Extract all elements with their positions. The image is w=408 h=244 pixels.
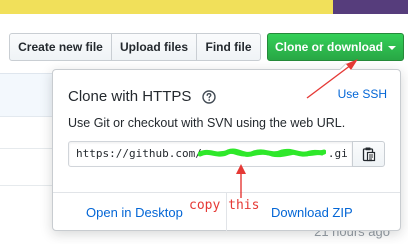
create-new-file-button[interactable]: Create new file (9, 33, 112, 61)
open-in-desktop-link[interactable]: Open in Desktop (86, 205, 183, 220)
language-bar-segment-primary (0, 0, 333, 14)
clone-url-suffix: .git (327, 147, 348, 160)
clone-or-download-label: Clone or download (275, 40, 383, 54)
copy-to-clipboard-button[interactable] (352, 141, 385, 167)
find-file-label: Find file (205, 40, 252, 54)
clone-or-download-button[interactable]: Clone or download (267, 33, 404, 61)
clipboard-icon (362, 147, 375, 162)
clone-url-prefix: https://github.com/ (76, 147, 202, 160)
annotation-copy-this: copy this (189, 198, 260, 213)
redaction-scribble (198, 148, 326, 158)
upload-files-button[interactable]: Upload files (111, 33, 197, 61)
language-bar (0, 0, 408, 14)
file-list-header-row (0, 73, 52, 117)
caret-down-icon (388, 46, 396, 50)
download-zip-link[interactable]: Download ZIP (271, 205, 353, 220)
language-bar-segment-secondary (333, 0, 408, 14)
find-file-button[interactable]: Find file (196, 33, 261, 61)
clone-description: Use Git or checkout with SVN using the w… (68, 116, 346, 130)
use-ssh-link[interactable]: Use SSH (338, 87, 387, 101)
clone-url-input[interactable]: https://github.com/ .git (68, 141, 353, 167)
clone-popup-title: Clone with HTTPS (68, 88, 192, 105)
question-circle-icon[interactable] (202, 90, 216, 104)
popup-pointer-fill (340, 64, 352, 70)
create-new-file-label: Create new file (18, 40, 103, 54)
file-list-row-divider (0, 185, 52, 186)
upload-files-label: Upload files (119, 40, 188, 54)
file-list-row-divider (0, 148, 52, 149)
